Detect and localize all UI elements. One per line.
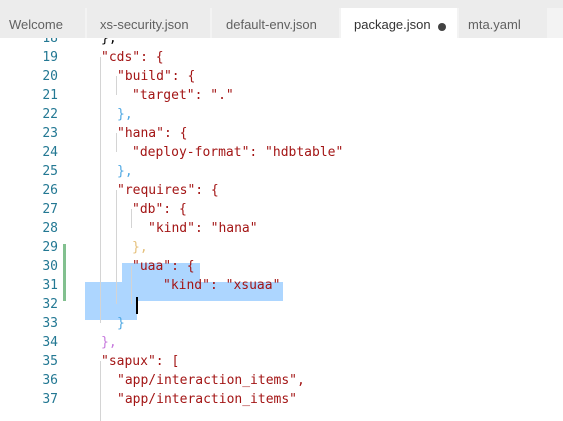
tab-strip-top	[0, 0, 563, 8]
line-number: 26	[42, 183, 58, 198]
tab-default-env-json[interactable]: default-env.json	[212, 8, 340, 38]
line-number: 30	[42, 259, 58, 274]
code-line: 22 },	[0, 105, 563, 124]
line-number: 34	[42, 335, 58, 350]
code-line: 28 "kind": "hana"	[0, 219, 563, 238]
tab-package-json[interactable]: package.json	[341, 8, 458, 39]
code-line: 37 "app/interaction_items"	[0, 390, 563, 409]
line-number: 24	[42, 145, 58, 160]
code-text: "sapux": [	[101, 354, 180, 369]
code-text: "requires": {	[117, 183, 219, 198]
code-line: 21 "target": "."	[0, 86, 563, 105]
code-line: 26 "requires": {	[0, 181, 563, 200]
editor-tab-bar: Welcome xs-security.json default-env.jso…	[0, 0, 563, 39]
code-line: 24 "deploy-format": "hdbtable"	[0, 143, 563, 162]
tab-label: default-env.json	[226, 17, 317, 32]
code-text: },	[132, 240, 148, 255]
line-number: 19	[42, 50, 58, 65]
code-line: 18 },	[0, 38, 563, 48]
code-line: 35 "sapux": [	[0, 352, 563, 371]
tab-welcome[interactable]: Welcome	[0, 8, 86, 38]
tab-mta-yaml[interactable]: mta.yaml	[459, 8, 548, 38]
code-text: "uaa": {	[132, 259, 195, 274]
code-text: "cds": {	[101, 50, 164, 65]
tab-label: mta.yaml	[468, 17, 521, 32]
line-number: 27	[42, 202, 58, 217]
line-number: 35	[42, 354, 58, 369]
code-text: },	[117, 164, 133, 179]
code-text: "hana": {	[117, 126, 188, 141]
line-number: 22	[42, 107, 58, 122]
code-text: "target": "."	[132, 88, 234, 103]
text-cursor	[136, 297, 138, 314]
code-text: "kind": "hana"	[148, 221, 258, 236]
code-text: "kind": "xsuaa"	[163, 278, 281, 293]
code-text: "build": {	[117, 69, 196, 84]
line-number: 29	[42, 240, 58, 255]
code-text: }	[117, 316, 125, 331]
code-text: "db": {	[132, 202, 187, 217]
tab-label: package.json	[354, 17, 431, 32]
code-line: 36 "app/interaction_items",	[0, 371, 563, 390]
line-number: 32	[42, 297, 58, 312]
code-line: 31 "kind": "xsuaa"	[0, 276, 563, 295]
tab-label: xs-security.json	[100, 17, 189, 32]
line-number: 37	[42, 392, 58, 407]
line-number: 33	[42, 316, 58, 331]
line-number: 23	[42, 126, 58, 141]
code-text: },	[117, 107, 133, 122]
code-text: "deploy-format": "hdbtable"	[132, 145, 344, 160]
code-line: 19 "cds": {	[0, 48, 563, 67]
code-text: },	[101, 335, 117, 350]
code-text: "app/interaction_items",	[117, 373, 305, 388]
line-number: 28	[42, 221, 58, 236]
code-editor[interactable]: 18 }, 19 "cds": { 20 "build": { 21 "targ…	[0, 38, 563, 421]
line-number: 18	[42, 38, 58, 46]
line-number: 31	[42, 278, 58, 293]
code-line: 23 "hana": {	[0, 124, 563, 143]
code-line: 33 }	[0, 314, 563, 333]
line-number: 25	[42, 164, 58, 179]
code-text: "app/interaction_items"	[117, 392, 298, 407]
code-line: 32	[0, 295, 563, 314]
code-line: 25 },	[0, 162, 563, 181]
line-number: 20	[42, 69, 58, 84]
code-line: 20 "build": {	[0, 67, 563, 86]
code-line: 34 },	[0, 333, 563, 352]
line-number: 21	[42, 88, 58, 103]
tab-label: Welcome	[9, 17, 63, 32]
unsaved-changes-dot-icon[interactable]	[438, 23, 446, 31]
code-line: 29 },	[0, 238, 563, 257]
code-text: },	[101, 38, 117, 46]
tab-xs-security-json[interactable]: xs-security.json	[87, 8, 211, 38]
code-line: 30 "uaa": {	[0, 257, 563, 276]
line-number: 36	[42, 373, 58, 388]
code-line: 27 "db": {	[0, 200, 563, 219]
